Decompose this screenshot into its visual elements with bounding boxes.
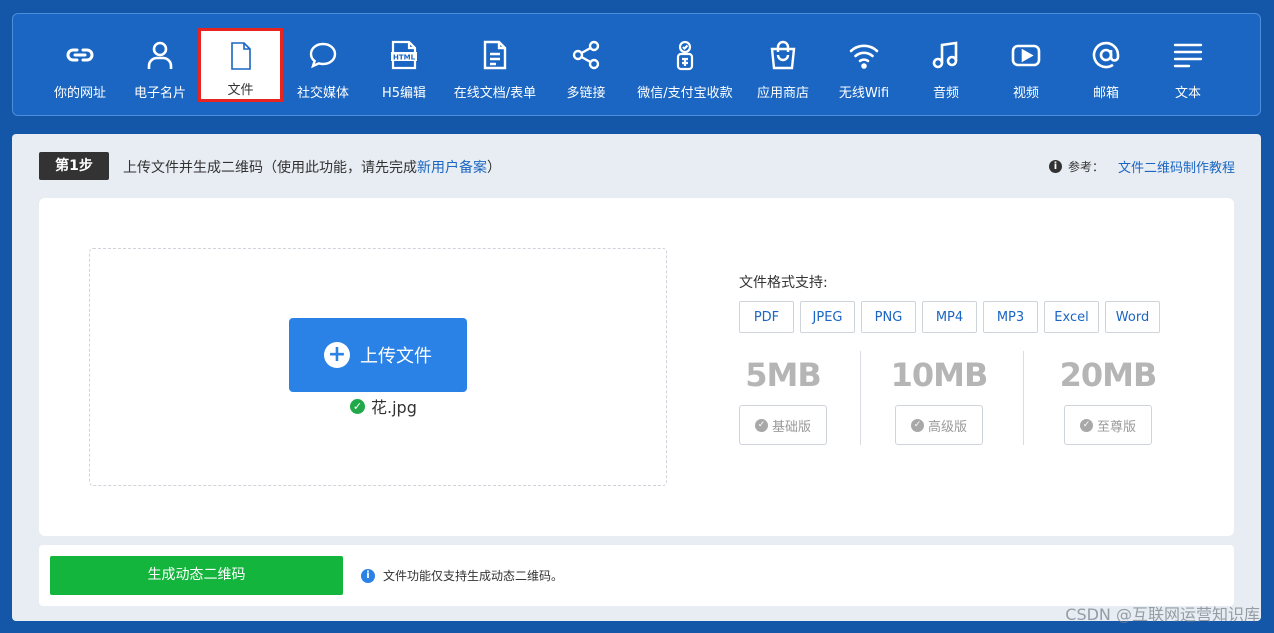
step-text-prefix: 上传文件并生成二维码（使用此功能，请先完成 xyxy=(123,160,417,176)
tier-premium: 20MB ✓ 至尊版 xyxy=(1053,351,1163,445)
nav-label: 你的网址 xyxy=(53,86,106,101)
nav-label: 音频 xyxy=(932,86,959,101)
formats-title: 文件格式支持: xyxy=(739,275,828,291)
generate-bar: 生成动态二维码 i 文件功能仅支持生成动态二维码。 xyxy=(39,545,1234,606)
nav-label: 无线Wifi xyxy=(838,86,890,101)
step-description: 上传文件并生成二维码（使用此功能，请先完成新用户备案） xyxy=(123,157,501,177)
tier-basic: 5MB ✓ 基础版 xyxy=(739,351,827,445)
upload-button-label: 上传文件 xyxy=(360,346,432,367)
category-nav: 你的网址 电子名片 文件 社交媒体 HTML H5编辑 在线文档/表单 多链接 … xyxy=(12,13,1261,116)
nav-label: H5编辑 xyxy=(381,86,427,101)
payment-icon xyxy=(669,38,701,72)
person-icon xyxy=(144,38,176,72)
check-circle-icon: ✓ xyxy=(910,418,924,432)
uploaded-filename: 花.jpg xyxy=(371,398,417,417)
tier-advanced: 10MB ✓ 高级版 xyxy=(890,351,989,445)
nav-label: 多链接 xyxy=(566,86,606,101)
watermark: CSDN @互联网运营知识库 xyxy=(1065,605,1260,624)
nav-item-email[interactable]: 邮箱 xyxy=(1077,14,1135,115)
nav-label: 在线文档/表单 xyxy=(453,86,537,101)
nav-item-h5-editor[interactable]: HTML H5编辑 xyxy=(377,14,431,115)
divider xyxy=(860,351,861,445)
nav-item-website[interactable]: 你的网址 xyxy=(51,14,109,115)
format-tag: JPEG xyxy=(800,301,855,333)
html-icon: HTML xyxy=(388,38,420,72)
generate-note: i 文件功能仅支持生成动态二维码。 xyxy=(361,567,563,584)
nav-label: 文件 xyxy=(227,83,254,98)
link-icon xyxy=(64,38,96,72)
file-icon xyxy=(228,39,254,73)
svg-text:HTML: HTML xyxy=(393,54,416,62)
nav-label: 邮箱 xyxy=(1092,86,1119,101)
text-lines-icon xyxy=(1172,38,1204,72)
reference-label: 参考： xyxy=(1067,160,1104,174)
nav-item-file[interactable]: 文件 xyxy=(198,28,283,102)
format-tag: Word xyxy=(1105,301,1160,333)
new-user-registration-link[interactable]: 新用户备案 xyxy=(417,160,487,176)
tier-basic-button[interactable]: ✓ 基础版 xyxy=(739,405,827,445)
nav-item-audio[interactable]: 音频 xyxy=(917,14,975,115)
nav-item-payment[interactable]: 微信/支付宝收款 xyxy=(631,14,739,115)
format-tag: MP4 xyxy=(922,301,977,333)
info-icon: i xyxy=(361,568,375,583)
tier-premium-button[interactable]: ✓ 至尊版 xyxy=(1064,405,1152,445)
check-circle-icon: ✓ xyxy=(350,398,365,414)
tier-label: 基础版 xyxy=(771,419,811,435)
tutorial-link[interactable]: 文件二维码制作教程 xyxy=(1118,157,1235,176)
chat-bubble-icon xyxy=(307,38,339,72)
reference: i 参考： 文件二维码制作教程 xyxy=(1048,157,1235,176)
divider xyxy=(1023,351,1024,445)
nav-label: 微信/支付宝收款 xyxy=(637,86,733,101)
file-dropzone[interactable]: + 上传文件 ✓ 花.jpg xyxy=(89,248,667,486)
nav-item-wifi[interactable]: 无线Wifi xyxy=(835,14,893,115)
size-tiers: 5MB ✓ 基础版 10MB ✓ 高级版 20MB ✓ 至尊版 xyxy=(739,351,1169,445)
nav-item-app-store[interactable]: 应用商店 xyxy=(753,14,813,115)
nav-item-online-doc[interactable]: 在线文档/表单 xyxy=(449,14,541,115)
nav-label: 视频 xyxy=(1012,86,1039,101)
nav-label: 社交媒体 xyxy=(296,86,349,101)
music-icon xyxy=(930,38,962,72)
nav-item-video[interactable]: 视频 xyxy=(997,14,1055,115)
tier-label: 高级版 xyxy=(927,419,967,435)
tier-advanced-button[interactable]: ✓ 高级版 xyxy=(895,405,983,445)
format-tag: MP3 xyxy=(983,301,1038,333)
format-tag: PNG xyxy=(861,301,916,333)
nav-item-multi-link[interactable]: 多链接 xyxy=(563,14,609,115)
share-icon xyxy=(570,38,602,72)
nav-item-business-card[interactable]: 电子名片 xyxy=(131,14,189,115)
uploaded-file: ✓ 花.jpg xyxy=(350,394,417,418)
tier-size: 5MB xyxy=(745,356,821,394)
nav-label: 文本 xyxy=(1174,86,1201,101)
nav-label: 电子名片 xyxy=(133,86,186,101)
generate-dynamic-qr-button[interactable]: 生成动态二维码 xyxy=(50,556,343,595)
step-header: 第1步 上传文件并生成二维码（使用此功能，请先完成新用户备案） i 参考： 文件… xyxy=(39,152,1235,180)
tier-size: 10MB xyxy=(890,356,989,394)
wifi-icon xyxy=(848,38,880,72)
upload-card: + 上传文件 ✓ 花.jpg 文件格式支持: PDF JPEG PNG MP4 … xyxy=(39,198,1234,536)
info-icon: i xyxy=(1048,160,1062,173)
upload-file-button[interactable]: + 上传文件 xyxy=(289,318,467,392)
format-tag: Excel xyxy=(1044,301,1099,333)
step-badge: 第1步 xyxy=(39,152,109,180)
upload-panel: 第1步 上传文件并生成二维码（使用此功能，请先完成新用户备案） i 参考： 文件… xyxy=(12,134,1261,621)
plus-icon: + xyxy=(324,342,350,368)
document-icon xyxy=(479,38,511,72)
generate-note-text: 文件功能仅支持生成动态二维码。 xyxy=(383,569,564,583)
nav-item-social-media[interactable]: 社交媒体 xyxy=(293,14,353,115)
shopping-bag-icon xyxy=(767,38,799,72)
step-text-suffix: ） xyxy=(487,160,501,176)
check-circle-icon: ✓ xyxy=(1079,418,1093,432)
nav-label: 应用商店 xyxy=(756,86,809,101)
nav-item-text[interactable]: 文本 xyxy=(1159,14,1217,115)
video-play-icon xyxy=(1010,38,1042,72)
tier-size: 20MB xyxy=(1059,356,1158,394)
check-circle-icon: ✓ xyxy=(754,418,768,432)
at-icon xyxy=(1090,38,1122,72)
format-tag: PDF xyxy=(739,301,794,333)
format-list: PDF JPEG PNG MP4 MP3 Excel Word xyxy=(739,301,1160,333)
tier-label: 至尊版 xyxy=(1096,419,1136,435)
